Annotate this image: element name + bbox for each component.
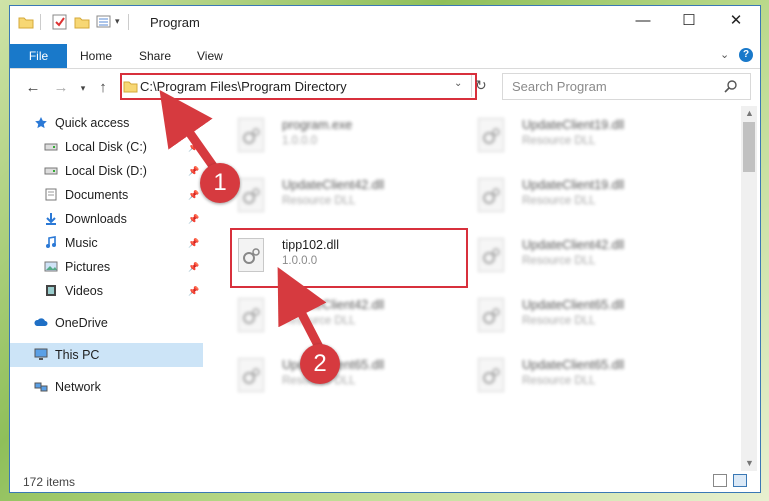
step-badge-1: 1 (200, 163, 240, 203)
step-badge-2: 2 (300, 344, 340, 384)
explorer-window: ▾ Program — ☐ ✕ File Home Share View ⌄ ?… (9, 5, 761, 493)
annotation-arrows (159, 89, 327, 354)
arrow-to-file (277, 267, 327, 354)
